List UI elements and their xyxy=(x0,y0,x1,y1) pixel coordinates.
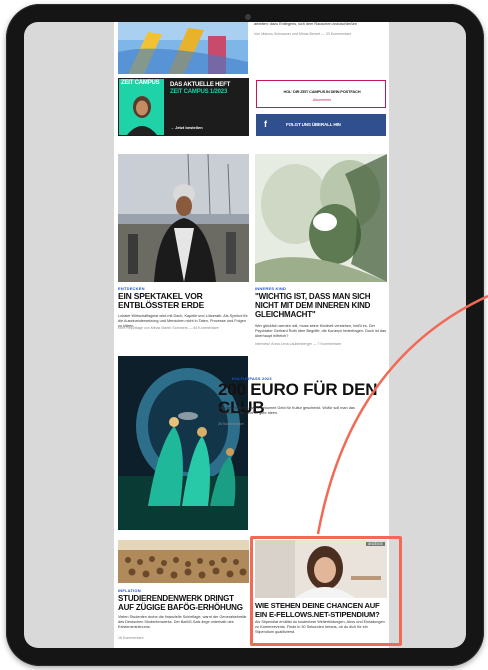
annotation-arrow xyxy=(316,294,488,535)
